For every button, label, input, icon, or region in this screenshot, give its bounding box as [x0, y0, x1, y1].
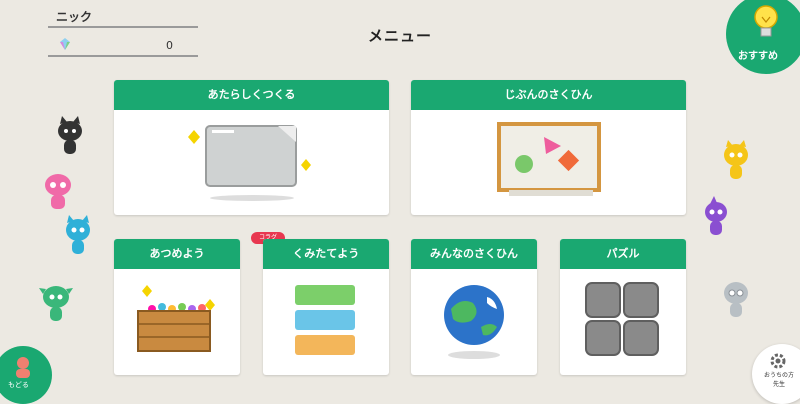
card-title: くみたてよう [263, 239, 389, 269]
settings-button[interactable]: おうちの方 先生 [752, 344, 800, 404]
gem-icon [60, 38, 70, 50]
card-title: あつめよう [114, 239, 240, 269]
card-puzzle[interactable]: パズル [560, 239, 686, 375]
user-name: ニック [56, 10, 93, 24]
card-title: パズル [560, 239, 686, 269]
blue-character [66, 215, 90, 254]
blank-screen-icon [188, 125, 311, 201]
lightbulb-icon [754, 5, 778, 37]
divider [48, 26, 198, 28]
card-collect[interactable]: あつめよう [114, 239, 240, 375]
code-blocks-icon [295, 285, 355, 355]
card-title: あたらしくつくる [114, 80, 389, 110]
back-label: もどる [8, 381, 29, 389]
card-build[interactable]: くみたてよう [263, 239, 389, 375]
recommend-button[interactable]: おすすめ [726, 0, 800, 74]
divider [48, 55, 198, 57]
pink-character [45, 174, 71, 209]
gray-robot-character [724, 282, 748, 317]
back-button[interactable]: もどる [0, 346, 52, 404]
settings-label-line2: 先生 [772, 381, 785, 388]
yellow-character [724, 140, 748, 179]
person-icon [16, 357, 30, 378]
globe-icon [444, 285, 504, 359]
puzzle-grid-icon [585, 282, 659, 356]
card-title: みんなのさくひん [411, 239, 537, 269]
page-title: メニュー [367, 27, 432, 45]
card-title: じぶんのさくひん [411, 80, 686, 110]
treasure-box-icon [137, 285, 215, 352]
settings-label-line1: おうちの方 [763, 372, 794, 379]
artwork-board-icon [497, 122, 601, 196]
gear-icon [770, 353, 786, 369]
card-everyone-works[interactable]: みんなのさくひん [411, 239, 537, 375]
gem-count: 0 [166, 39, 173, 52]
recommend-label: おすすめ [738, 51, 778, 62]
purple-character [705, 196, 727, 235]
black-cat-character [58, 116, 82, 154]
card-my-works[interactable]: じぶんのさくひん [411, 80, 686, 215]
card-new-create[interactable]: あたらしくつくる [114, 80, 389, 215]
green-character [39, 286, 73, 321]
